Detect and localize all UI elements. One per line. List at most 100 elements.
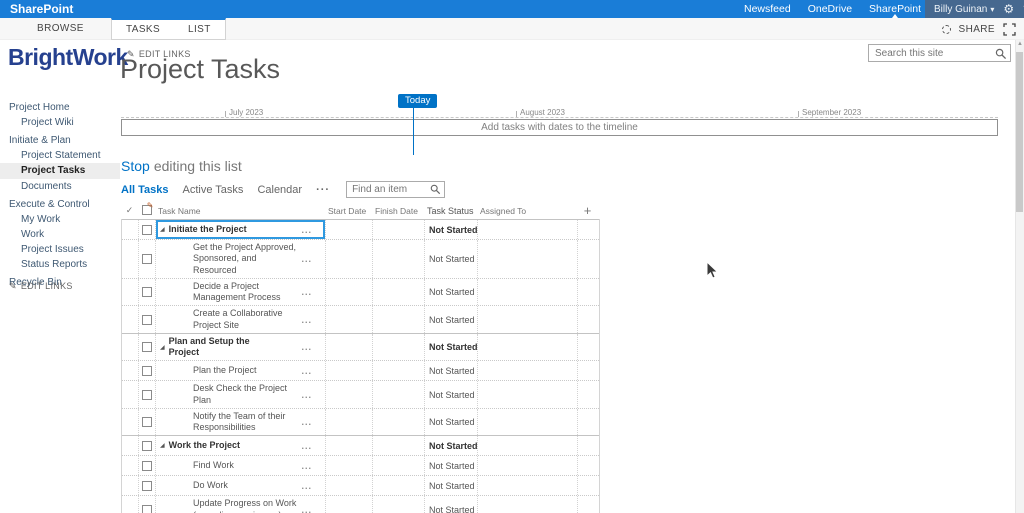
add-column-button[interactable]: + bbox=[577, 203, 598, 218]
scrollbar-thumb[interactable] bbox=[1016, 52, 1023, 212]
start-date-cell[interactable] bbox=[326, 240, 373, 278]
finish-date-cell[interactable] bbox=[373, 220, 425, 239]
task-name[interactable]: Work the Project bbox=[169, 440, 240, 451]
column-assigned-to[interactable]: Assigned To bbox=[477, 206, 577, 216]
start-date-cell[interactable] bbox=[326, 220, 373, 239]
edit-column-icon[interactable]: ✎ bbox=[138, 205, 155, 217]
column-task-status[interactable]: Task Status bbox=[424, 206, 477, 216]
task-name[interactable]: Notify the Team of their Responsibilitie… bbox=[193, 411, 301, 434]
finish-date-cell[interactable] bbox=[373, 279, 425, 306]
row-checkbox[interactable] bbox=[142, 366, 152, 376]
task-name[interactable]: Update Progress on Work (recording any i… bbox=[193, 498, 301, 513]
task-ellipsis-menu[interactable]: ... bbox=[301, 366, 312, 376]
row-checkbox[interactable] bbox=[142, 225, 152, 235]
task-status[interactable]: Not Started bbox=[425, 456, 478, 475]
site-search-input[interactable] bbox=[869, 45, 993, 61]
task-ellipsis-menu[interactable]: ... bbox=[301, 287, 312, 297]
finish-date-cell[interactable] bbox=[373, 436, 425, 455]
start-date-cell[interactable] bbox=[326, 334, 373, 361]
task-name[interactable]: Get the Project Approved, Sponsored, and… bbox=[193, 242, 301, 276]
assigned-to-cell[interactable] bbox=[478, 476, 578, 495]
assigned-to-cell[interactable] bbox=[478, 279, 578, 306]
assigned-to-cell[interactable] bbox=[478, 334, 578, 361]
sidebar-item-project-issues[interactable]: Project Issues bbox=[0, 242, 120, 257]
task-ellipsis-menu[interactable]: ... bbox=[301, 417, 312, 427]
task-status[interactable]: Not Started bbox=[425, 496, 478, 513]
tab-tasks[interactable]: TASKS bbox=[112, 20, 174, 39]
finish-date-cell[interactable] bbox=[373, 334, 425, 361]
task-status[interactable]: Not Started bbox=[425, 476, 478, 495]
start-date-cell[interactable] bbox=[326, 409, 373, 436]
assigned-to-cell[interactable] bbox=[478, 436, 578, 455]
group-collapse-icon[interactable]: ◢ bbox=[160, 226, 165, 233]
task-name[interactable]: Desk Check the Project Plan bbox=[193, 383, 301, 406]
task-name[interactable]: Plan the Project bbox=[193, 365, 257, 376]
start-date-cell[interactable] bbox=[326, 456, 373, 475]
task-status[interactable]: Not Started bbox=[425, 436, 478, 455]
task-name[interactable]: Do Work bbox=[193, 480, 228, 491]
task-ellipsis-menu[interactable]: ... bbox=[301, 342, 312, 352]
sidebar-item-my-work[interactable]: My Work bbox=[0, 212, 120, 227]
search-icon[interactable] bbox=[995, 47, 1007, 65]
group-collapse-icon[interactable]: ◢ bbox=[160, 442, 165, 449]
user-menu[interactable]: Billy Guinan bbox=[934, 4, 987, 15]
finish-date-cell[interactable] bbox=[373, 476, 425, 495]
assigned-to-cell[interactable] bbox=[478, 240, 578, 278]
nav-sharepoint[interactable]: SharePoint bbox=[869, 0, 921, 18]
sidebar-item-project-wiki[interactable]: Project Wiki bbox=[0, 115, 120, 130]
assigned-to-cell[interactable] bbox=[478, 381, 578, 408]
finish-date-cell[interactable] bbox=[373, 496, 425, 513]
view-active-tasks[interactable]: Active Tasks bbox=[183, 184, 244, 196]
assigned-to-cell[interactable] bbox=[478, 361, 578, 380]
start-date-cell[interactable] bbox=[326, 306, 373, 333]
column-finish-date[interactable]: Finish Date bbox=[372, 206, 424, 216]
task-status[interactable]: Not Started bbox=[425, 361, 478, 380]
find-item-input[interactable] bbox=[347, 182, 427, 197]
row-checkbox[interactable] bbox=[142, 390, 152, 400]
finish-date-cell[interactable] bbox=[373, 306, 425, 333]
tab-list[interactable]: LIST bbox=[174, 20, 225, 39]
finish-date-cell[interactable] bbox=[373, 240, 425, 278]
sidebar-item-execute-control[interactable]: Execute & Control bbox=[0, 197, 120, 212]
stop-editing-link[interactable]: Stop bbox=[121, 158, 150, 174]
assigned-to-cell[interactable] bbox=[478, 496, 578, 513]
selected-cell[interactable]: ◢Initiate the Project... bbox=[156, 220, 326, 239]
select-all-icon[interactable]: ✓ bbox=[121, 205, 138, 216]
edit-links-sidebar[interactable]: ✎EDIT LINKS bbox=[9, 281, 73, 292]
sidebar-item-project-tasks[interactable]: Project Tasks bbox=[0, 163, 120, 179]
row-checkbox[interactable] bbox=[142, 481, 152, 491]
task-name[interactable]: Find Work bbox=[193, 460, 234, 471]
nav-newsfeed[interactable]: Newsfeed bbox=[744, 0, 791, 18]
nav-onedrive[interactable]: OneDrive bbox=[808, 0, 852, 18]
row-checkbox[interactable] bbox=[142, 441, 152, 451]
task-ellipsis-menu[interactable]: ... bbox=[301, 390, 312, 400]
row-checkbox[interactable] bbox=[142, 342, 152, 352]
start-date-cell[interactable] bbox=[326, 381, 373, 408]
assigned-to-cell[interactable] bbox=[478, 409, 578, 436]
task-status[interactable]: Not Started bbox=[425, 220, 478, 239]
row-checkbox[interactable] bbox=[142, 505, 152, 513]
row-checkbox[interactable] bbox=[142, 287, 152, 297]
sidebar-item-status-reports[interactable]: Status Reports bbox=[0, 257, 120, 272]
assigned-to-cell[interactable] bbox=[478, 220, 578, 239]
sidebar-item-project-statement[interactable]: Project Statement bbox=[0, 148, 120, 163]
task-status[interactable]: Not Started bbox=[425, 409, 478, 436]
column-task-name[interactable]: Task Name bbox=[155, 204, 325, 218]
start-date-cell[interactable] bbox=[326, 476, 373, 495]
finish-date-cell[interactable] bbox=[373, 381, 425, 408]
task-ellipsis-menu[interactable]: ... bbox=[301, 505, 312, 513]
row-checkbox[interactable] bbox=[142, 254, 152, 264]
task-status[interactable]: Not Started bbox=[425, 240, 478, 278]
assigned-to-cell[interactable] bbox=[478, 306, 578, 333]
finish-date-cell[interactable] bbox=[373, 409, 425, 436]
share-button[interactable]: SHARE bbox=[959, 24, 995, 35]
sharepoint-brand[interactable]: SharePoint bbox=[10, 0, 73, 18]
task-name[interactable]: Decide a Project Management Process bbox=[193, 281, 301, 304]
finish-date-cell[interactable] bbox=[373, 361, 425, 380]
sidebar-item-work[interactable]: Work bbox=[0, 227, 120, 242]
view-all-tasks[interactable]: All Tasks bbox=[121, 184, 169, 196]
sidebar-item-documents[interactable]: Documents bbox=[0, 179, 120, 194]
task-ellipsis-menu[interactable]: ... bbox=[301, 315, 312, 325]
brightwork-logo[interactable]: BrightWork bbox=[8, 44, 128, 71]
finish-date-cell[interactable] bbox=[373, 456, 425, 475]
